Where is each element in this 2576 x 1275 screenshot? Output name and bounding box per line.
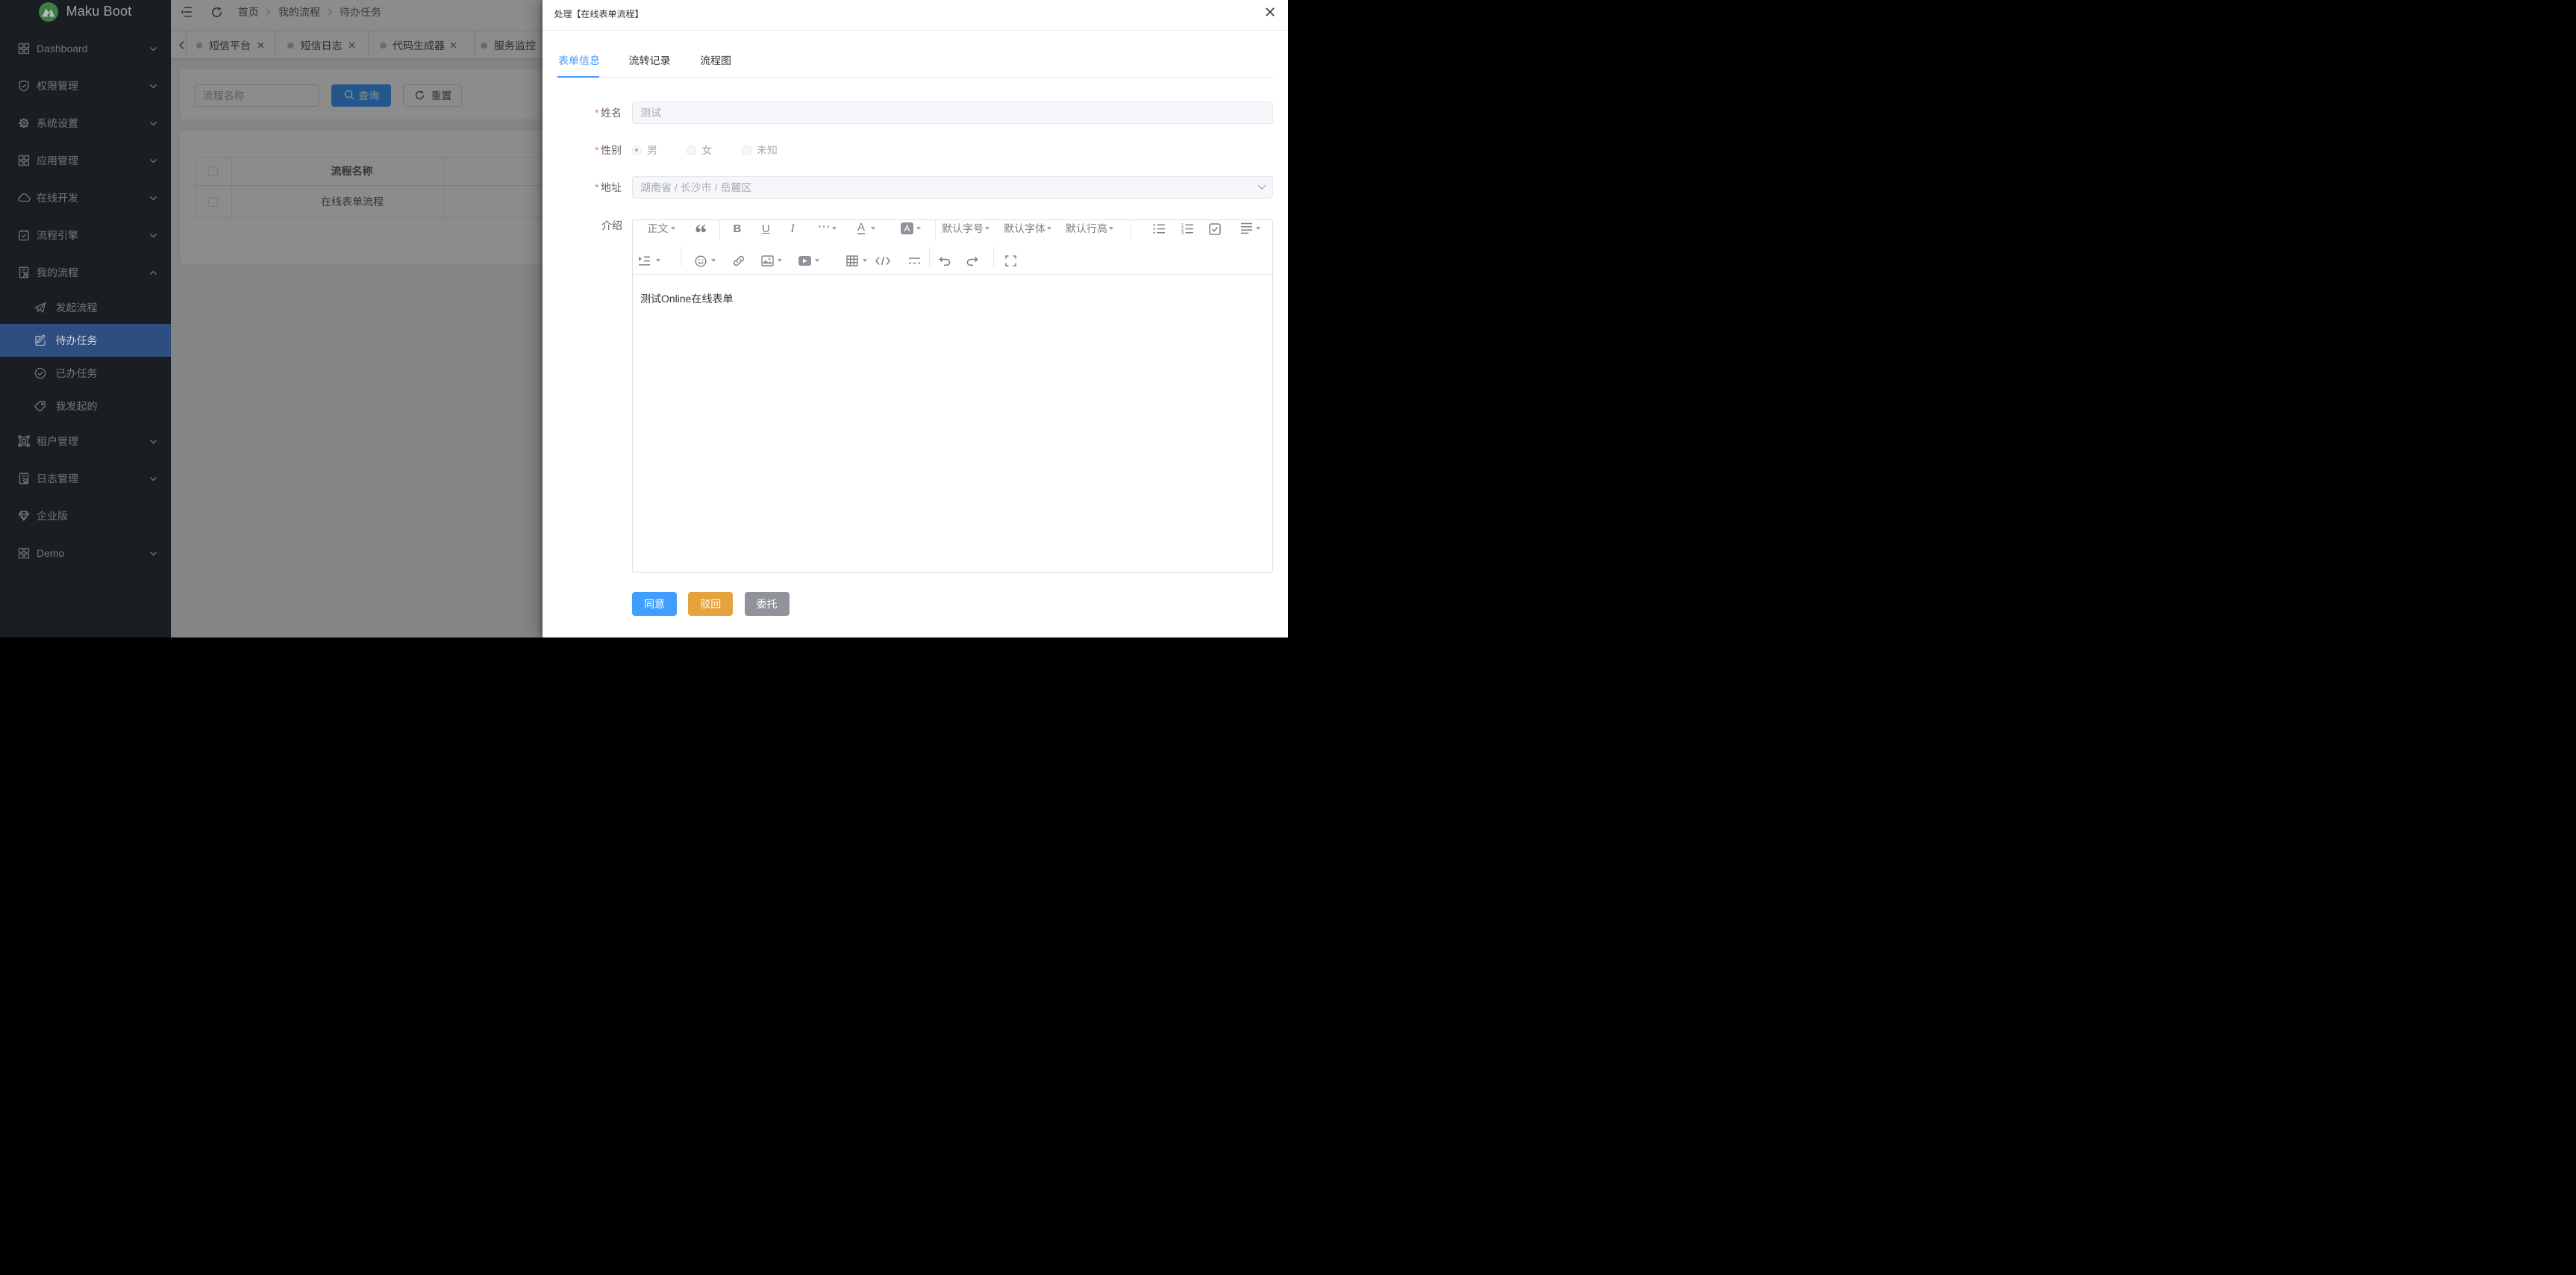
svg-text:3: 3 bbox=[1181, 231, 1184, 234]
